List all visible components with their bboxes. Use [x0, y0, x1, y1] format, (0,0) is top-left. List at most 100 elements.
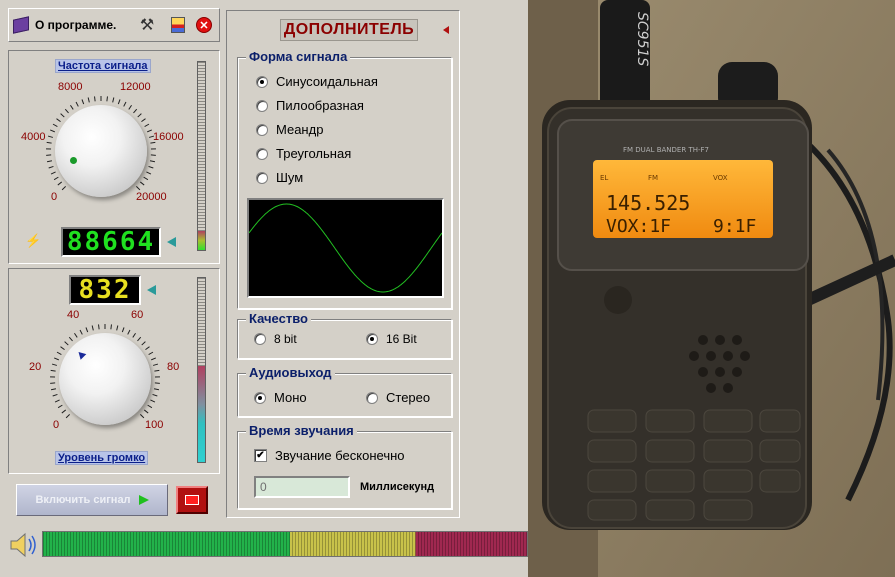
quality-option-16bit[interactable]: 16 Bit — [366, 332, 417, 346]
knob-tick — [74, 332, 78, 338]
knob-tick — [147, 129, 153, 133]
knob-tick — [91, 325, 94, 331]
knob-tick — [154, 369, 160, 372]
milliseconds-input[interactable] — [254, 476, 350, 498]
knob-tick — [65, 414, 70, 419]
knob-tick — [116, 325, 119, 331]
volume-panel: 832 40 60 20 80 0 100 Уровень громко — [8, 268, 220, 474]
audio-option-label: Моно — [274, 390, 307, 405]
screen-indicator-vox: VOX — [713, 174, 728, 182]
knob-tick — [127, 329, 131, 335]
knob-tick — [149, 160, 156, 163]
radio-square[interactable] — [256, 123, 268, 136]
waveform-option-noise[interactable]: Шум — [256, 170, 303, 185]
waveform-option-square[interactable]: Меандр — [256, 122, 323, 137]
radio-model: FM DUAL BANDER TH-F7 — [623, 146, 709, 154]
knob-tick — [121, 327, 125, 333]
knob-tick — [64, 341, 69, 346]
volume-display: 832 — [69, 275, 141, 305]
quality-option-8bit[interactable]: 8 bit — [254, 332, 297, 346]
freq-scale-20000: 20000 — [136, 191, 167, 203]
radio-sawtooth[interactable] — [256, 99, 268, 112]
waveform-group-label: Форма сигнала — [246, 49, 351, 64]
knob-tick — [123, 101, 127, 107]
freq-scale-8000: 8000 — [58, 81, 83, 93]
knob-tick — [150, 141, 156, 144]
knob-tick — [56, 351, 62, 356]
about-button[interactable]: О программе. — [13, 12, 131, 38]
knob-tick — [54, 399, 60, 403]
toolbar: О программе. ⚒ ✕ — [8, 8, 220, 42]
knob-tick — [144, 123, 150, 128]
audio-option-label: Стерео — [386, 390, 431, 405]
knob-tick — [112, 97, 115, 103]
frequency-display: 88664 — [61, 227, 161, 257]
settings-title: ДОПОЛНИТЕЛЬ — [280, 19, 418, 41]
stop-icon — [185, 495, 199, 505]
quality-option-label: 16 Bit — [386, 332, 417, 346]
radio-mono[interactable] — [254, 391, 266, 404]
knob-tick — [137, 336, 142, 342]
lightning-icon: ⚡ — [25, 233, 42, 248]
knob-tick — [87, 97, 90, 103]
start-signal-button[interactable]: Включить сигнал — [16, 484, 168, 516]
frequency-knob-marker — [70, 157, 77, 164]
waveform-option-sawtooth[interactable]: Пилообразная — [256, 98, 364, 113]
knob-tick — [46, 160, 53, 163]
quality-group-label: Качество — [246, 311, 311, 326]
knob-tick — [152, 393, 158, 397]
knob-tick — [152, 363, 159, 366]
knob-tick — [146, 171, 152, 175]
screen-frequency: 145.525 — [606, 191, 690, 215]
speaker-icon[interactable] — [8, 530, 38, 560]
screen-line2-left: VOX:1F — [606, 216, 671, 237]
side-button — [604, 286, 632, 314]
knob-tick — [52, 123, 58, 128]
frequency-knob[interactable] — [55, 105, 147, 197]
collapse-arrow-icon[interactable] — [443, 26, 449, 34]
download-icon[interactable] — [169, 12, 187, 38]
book-icon — [13, 16, 29, 34]
knob-tick — [150, 399, 156, 403]
vol-scale-40: 40 — [67, 309, 80, 321]
audio-option-mono[interactable]: Моно — [254, 390, 307, 405]
radio-sine[interactable] — [256, 75, 268, 88]
infinite-sound-checkbox[interactable]: ✔ — [254, 449, 267, 462]
knob-tick — [64, 108, 69, 114]
knob-tick — [52, 393, 58, 397]
knob-tick — [49, 129, 55, 133]
radio-noise[interactable] — [256, 171, 268, 184]
knob-tick — [94, 96, 96, 102]
close-button[interactable]: ✕ — [195, 12, 213, 38]
freq-scale-0: 0 — [51, 191, 58, 203]
radio-8bit[interactable] — [254, 333, 266, 345]
knob-tick — [132, 332, 136, 338]
infinite-sound-option[interactable]: ✔ Звучание бесконечно — [254, 448, 405, 463]
knob-tick — [53, 176, 59, 181]
radio-stereo[interactable] — [366, 391, 378, 404]
audio-option-stereo[interactable]: Стерео — [366, 390, 430, 405]
volume-knob[interactable] — [59, 333, 151, 425]
volume-label: Уровень громко — [55, 451, 149, 465]
knob-tick — [51, 363, 58, 366]
additional-settings-panel: ДОПОЛНИТЕЛЬ Форма сигнала Синусоидальная… — [226, 10, 460, 518]
stop-button[interactable] — [176, 486, 208, 514]
waveform-option-triangle[interactable]: Треугольная — [256, 146, 351, 161]
knob-tick — [47, 135, 54, 138]
knob-tick — [50, 171, 56, 175]
radio-16bit[interactable] — [366, 333, 378, 345]
waveform-option-sine[interactable]: Синусоидальная — [256, 74, 378, 89]
milliseconds-label: Миллисекунд — [360, 481, 435, 493]
freq-scale-4000: 4000 — [21, 131, 46, 143]
frequency-arrow-icon[interactable] — [167, 237, 176, 247]
radio-triangle[interactable] — [256, 147, 268, 160]
volume-arrow-icon[interactable] — [147, 285, 156, 295]
volume-level-meter — [197, 277, 206, 463]
vol-scale-80: 80 — [167, 361, 180, 373]
knob-tick — [141, 341, 146, 346]
antenna-text: SC951S — [634, 12, 650, 66]
vol-scale-20: 20 — [29, 361, 42, 373]
knob-tick — [85, 327, 89, 333]
quality-group: Качество 8 bit 16 Bit — [237, 311, 452, 359]
tools-icon[interactable]: ⚒ — [137, 12, 157, 38]
